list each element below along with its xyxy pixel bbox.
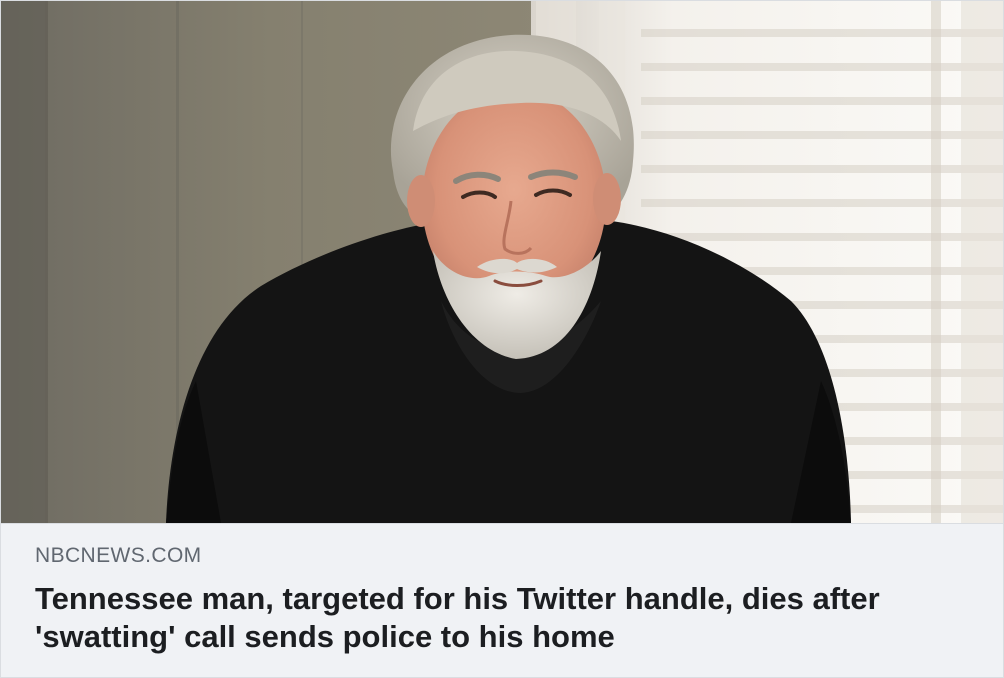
source-domain: NBCNEWS.COM — [35, 544, 202, 567]
link-preview-card[interactable]: NBCNEWS.COM Tennessee man, targeted for … — [0, 0, 1004, 678]
article-headline[interactable]: Tennessee man, targeted for his Twitter … — [35, 580, 935, 656]
photo-illustration — [1, 1, 1003, 523]
article-photo[interactable] — [1, 1, 1003, 523]
link-preview-footer[interactable]: NBCNEWS.COM Tennessee man, targeted for … — [1, 523, 1003, 677]
